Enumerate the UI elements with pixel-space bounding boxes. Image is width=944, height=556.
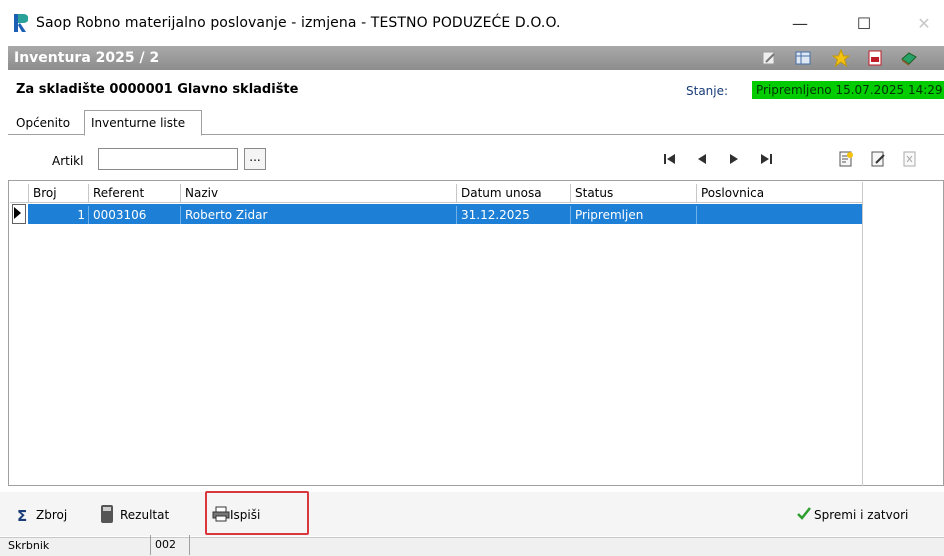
cell-poslovnica bbox=[696, 206, 862, 224]
new-document-icon[interactable] bbox=[836, 149, 856, 169]
checkmark-icon bbox=[796, 505, 812, 521]
cell-datum-unosa: 31.12.2025 bbox=[456, 206, 570, 224]
warehouse-title: Za skladište 0000001 Glavno skladište bbox=[16, 82, 299, 97]
app-logo-icon bbox=[14, 14, 29, 32]
status-owner: Skrbnik bbox=[8, 539, 50, 552]
star-icon[interactable] bbox=[831, 48, 851, 68]
tab-general[interactable]: Općenito bbox=[16, 116, 70, 130]
artikl-lookup-button[interactable]: ... bbox=[244, 148, 266, 170]
cell-referent: 0003106 bbox=[88, 206, 180, 224]
zbroj-button[interactable]: Zbroj bbox=[36, 508, 67, 522]
svg-text:Σ: Σ bbox=[17, 507, 27, 523]
first-record-icon[interactable] bbox=[660, 149, 680, 169]
cell-broj: 1 bbox=[77, 208, 85, 222]
status-bar bbox=[0, 537, 944, 556]
ispisi-highlight-box bbox=[205, 491, 309, 535]
artikl-input[interactable] bbox=[98, 148, 238, 170]
calculator-icon bbox=[100, 504, 114, 524]
artikl-label: Artikl bbox=[52, 154, 84, 168]
book-green-icon[interactable] bbox=[900, 49, 918, 67]
rezultat-button[interactable]: Rezultat bbox=[120, 508, 169, 522]
delete-document-icon[interactable] bbox=[900, 149, 920, 169]
status-code: 002 bbox=[150, 535, 190, 555]
save-and-close-button[interactable]: Spremi i zatvori bbox=[814, 508, 908, 522]
minimize-button[interactable]: — bbox=[782, 12, 818, 36]
edit-document-icon[interactable] bbox=[868, 149, 888, 169]
state-badge: Pripremljeno 15.07.2025 14:29 bbox=[752, 81, 944, 99]
state-label: Stanje: bbox=[686, 84, 729, 98]
document-red-icon[interactable] bbox=[866, 49, 884, 67]
column-header-datum-unosa[interactable]: Datum unosa bbox=[456, 184, 570, 202]
cell-naziv: Roberto Zidar bbox=[180, 206, 456, 224]
document-title: Inventura 2025 / 2 bbox=[14, 50, 160, 66]
column-header-status[interactable]: Status bbox=[570, 184, 696, 202]
window-title: Saop Robno materijalno poslovanje - izmj… bbox=[36, 15, 561, 31]
tab-inventory-lists[interactable]: Inventurne liste bbox=[84, 110, 202, 136]
cell-status: Pripremljen bbox=[570, 206, 696, 224]
grid-right-edge bbox=[862, 182, 863, 486]
column-header-referent[interactable]: Referent bbox=[88, 184, 180, 202]
previous-record-icon[interactable] bbox=[692, 149, 712, 169]
edit-icon[interactable] bbox=[760, 49, 778, 67]
maximize-button[interactable]: ☐ bbox=[846, 12, 882, 36]
column-header-poslovnica[interactable]: Poslovnica bbox=[696, 184, 862, 202]
tab-inventory-lists-label: Inventurne liste bbox=[91, 116, 186, 130]
column-header-broj[interactable]: Broj bbox=[28, 184, 88, 202]
column-header-naziv[interactable]: Naziv bbox=[180, 184, 456, 202]
table-icon[interactable] bbox=[794, 49, 812, 67]
sum-icon: Σ bbox=[16, 507, 32, 525]
inventory-grid[interactable] bbox=[8, 180, 944, 486]
row-pointer-icon bbox=[14, 207, 21, 219]
close-button[interactable]: ✕ bbox=[906, 12, 942, 36]
last-record-icon[interactable] bbox=[756, 149, 776, 169]
next-record-icon[interactable] bbox=[724, 149, 744, 169]
